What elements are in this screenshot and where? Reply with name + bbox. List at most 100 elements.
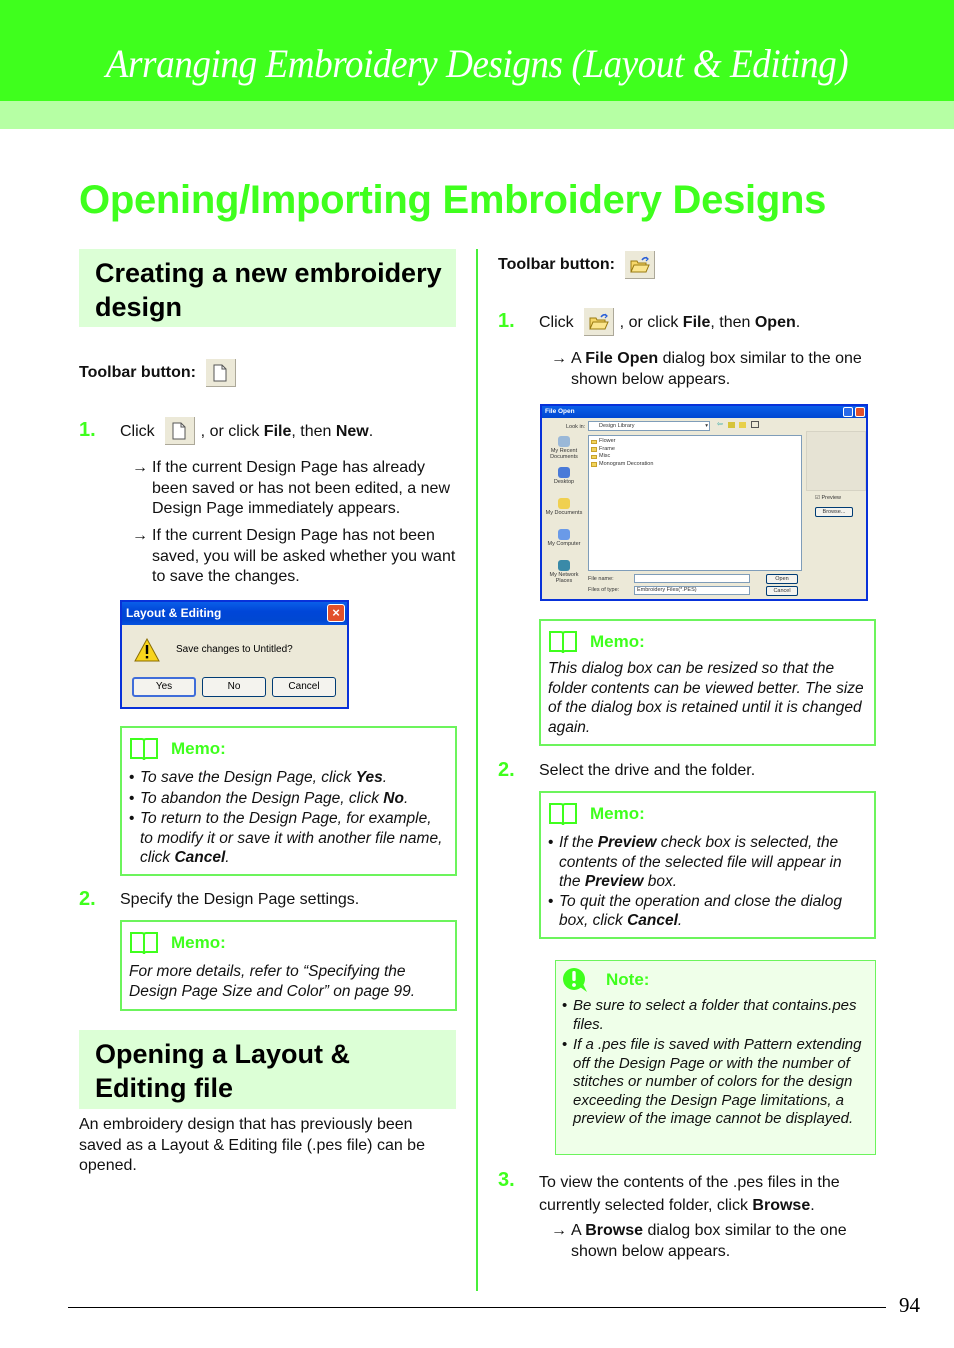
- memo-header: Memo:: [548, 629, 866, 655]
- step-text: .: [810, 1197, 815, 1214]
- place-network[interactable]: My Network Places: [544, 558, 584, 584]
- no-button[interactable]: No: [202, 677, 266, 697]
- look-in-value: Design Library: [599, 423, 635, 429]
- chevron-down-icon: ▾: [705, 423, 708, 429]
- memo-text: To abandon the Design Page, click: [140, 789, 384, 807]
- place-label: Desktop: [553, 479, 575, 485]
- memo-box: Memo: This dialog box can be resized so …: [539, 619, 876, 746]
- result-text-content: If the current Design Page has already b…: [152, 459, 450, 517]
- memo-item: To return to the Design Page, for exampl…: [129, 809, 447, 868]
- memo-header: Memo:: [548, 801, 866, 827]
- open-button[interactable]: [625, 251, 655, 279]
- place-my-documents[interactable]: My Documents: [544, 496, 584, 522]
- place-recent[interactable]: My Recent Documents: [544, 434, 584, 460]
- file-name-label: File name:: [588, 576, 614, 582]
- cancel-button[interactable]: Cancel: [272, 677, 336, 697]
- step-number: 1.: [79, 419, 96, 441]
- memo-bold: Yes: [355, 769, 383, 786]
- place-my-computer[interactable]: My Computer: [544, 527, 584, 553]
- step-1-instruction: Click , or click File, then Open.: [539, 307, 800, 337]
- step-text: , or click: [200, 422, 260, 440]
- memo-text: To quit the operation and close the dial…: [559, 892, 842, 930]
- memo-item: To abandon the Design Page, click No.: [129, 789, 447, 809]
- step-2-instruction: Specify the Design Page settings.: [120, 891, 360, 908]
- header-band: [0, 101, 954, 129]
- file-open-dialog: File Open Look in: Design Library ▾ ⇦ My …: [540, 404, 868, 601]
- help-button[interactable]: [843, 407, 853, 417]
- arrow-icon: →: [551, 1222, 567, 1239]
- folder-list[interactable]: Flower Frame Misc Monogram Decoration: [588, 435, 802, 571]
- note-title: Note:: [606, 969, 650, 989]
- memo-text: If the: [559, 834, 598, 851]
- result-text: → If the current Design Page has not been…: [132, 526, 457, 588]
- result-text-content: A: [571, 1222, 586, 1239]
- new-button[interactable]: [164, 417, 195, 445]
- open-button[interactable]: [583, 308, 614, 336]
- exclamation-icon: [563, 968, 587, 992]
- memo-title: Memo:: [590, 804, 645, 824]
- note-box: Note: Be sure to select a folder that co…: [555, 960, 876, 1155]
- arrow-icon: →: [551, 350, 567, 367]
- result-text: → A File Open dialog box similar to the o…: [551, 349, 881, 390]
- place-label: My Network Places: [549, 572, 579, 584]
- file-name-input[interactable]: [634, 574, 750, 583]
- toolbar-label: Toolbar button:: [498, 256, 615, 273]
- open-folder-icon: [588, 313, 609, 330]
- browse-button[interactable]: Browse...: [815, 507, 853, 517]
- memo-box: Memo: For more details, refer to “Specif…: [120, 920, 457, 1011]
- toolbar-button-row: Toolbar button:: [79, 359, 242, 387]
- close-button[interactable]: ×: [327, 604, 345, 622]
- folder-item[interactable]: Flower: [591, 438, 799, 446]
- preview-label: Preview: [821, 495, 842, 501]
- menu-file: File: [682, 313, 711, 331]
- file-type-label: Files of type:: [588, 587, 620, 593]
- close-button[interactable]: [855, 407, 865, 417]
- memo-text: .: [677, 912, 683, 929]
- folder-item[interactable]: Misc: [591, 453, 799, 461]
- open-folder-icon: [630, 256, 650, 273]
- up-folder-icon[interactable]: [728, 422, 735, 428]
- footer-rule: [68, 1307, 886, 1308]
- network-places-icon: [558, 560, 570, 571]
- section-heading-open-file: Opening a Layout & Editing file: [79, 1030, 456, 1109]
- back-icon[interactable]: ⇦: [717, 420, 723, 428]
- book-icon: [130, 738, 158, 761]
- memo-bold: Preview: [584, 873, 644, 890]
- look-in-label: Look in:: [566, 424, 586, 430]
- look-in-dropdown[interactable]: Design Library ▾: [588, 421, 710, 431]
- view-menu-icon[interactable]: [751, 421, 759, 428]
- yes-button[interactable]: Yes: [132, 677, 196, 697]
- my-computer-icon: [558, 529, 570, 540]
- note-item: If a .pes file is saved with Pattern ext…: [562, 1036, 865, 1129]
- toolbar-button-row: Toolbar button:: [498, 251, 661, 279]
- step-text: , then: [710, 313, 751, 331]
- place-desktop[interactable]: Desktop: [544, 465, 584, 491]
- section-heading-new-design: Creating a new embroidery design: [79, 249, 456, 327]
- step-text: .: [795, 313, 801, 331]
- recent-documents-icon: [558, 436, 570, 447]
- step-2-instruction: Select the drive and the folder.: [539, 762, 756, 779]
- dialog-title: Layout & Editing: [126, 606, 222, 620]
- new-folder-icon[interactable]: [739, 422, 746, 428]
- open-button[interactable]: Open: [766, 574, 798, 584]
- page-number: 94: [899, 1293, 920, 1317]
- memo-text: .: [403, 789, 409, 807]
- chapter-title: Arranging Embroidery Designs (Layout & E…: [105, 41, 849, 86]
- cancel-button[interactable]: Cancel: [766, 586, 798, 596]
- result-bold: File Open: [585, 350, 659, 367]
- new-button[interactable]: [206, 359, 236, 387]
- memo-list: To save the Design Page, click Yes. To a…: [129, 768, 447, 868]
- step-text: , then: [291, 422, 332, 440]
- folder-item[interactable]: Monogram Decoration: [591, 461, 799, 469]
- result-text-content: If the current Design Page has not been …: [152, 527, 456, 585]
- places-bar: My Recent Documents Desktop My Documents…: [544, 434, 584, 589]
- memo-text: To save the Design Page, click: [140, 769, 356, 786]
- book-icon: [549, 803, 577, 826]
- folder-item[interactable]: Frame: [591, 446, 799, 454]
- page-title: Opening/Importing Embroidery Designs: [79, 178, 827, 222]
- memo-text: This dialog box can be resized so that t…: [548, 660, 864, 736]
- menu-file: File: [263, 422, 292, 440]
- dialog-message: Save changes to Untitled?: [176, 644, 293, 655]
- preview-checkbox[interactable]: ☑ Preview: [815, 495, 841, 501]
- file-type-dropdown[interactable]: Embroidery Files(*.PES): [634, 586, 750, 595]
